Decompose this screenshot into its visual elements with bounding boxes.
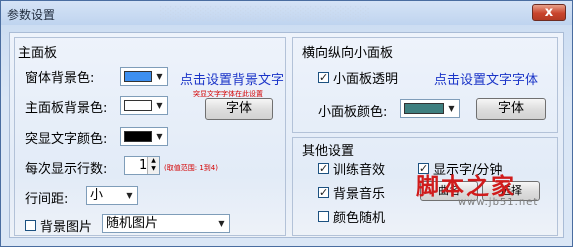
highlight-swatch xyxy=(124,131,152,142)
mini-transparent-label: 小面板透明 xyxy=(333,72,399,87)
rows-per-display-label: 每次显示行数: xyxy=(25,162,108,177)
settings-window: 参数设置 x ░░░░░░░░░░░░░░░░░░░░░ 主面板 窗体背景色: … xyxy=(0,0,573,247)
site-logo-text: 脚本之家 xyxy=(416,173,516,200)
bg-image-label: 背景图片 xyxy=(40,220,93,235)
chevron-down-icon: ▼ xyxy=(126,191,133,200)
bg-image-select[interactable]: 随机图片 ▼ xyxy=(102,214,230,233)
set-bg-text-link[interactable]: 点击设置背景文字 xyxy=(180,69,284,88)
client-area: ░░░░░░░░░░░░░░░░░░░░░ 主面板 窗体背景色: ▼ 点击设置背… xyxy=(9,7,564,238)
main-font-button[interactable]: 字体 xyxy=(205,98,273,120)
bg-image-value: 随机图片 xyxy=(106,216,159,231)
background-watermark: ░░░░░░░░░░░░░░░░░░░░░ xyxy=(160,7,370,22)
rows-stepper[interactable]: 1 ▲ ▼ xyxy=(124,156,160,175)
panel-bg-color-picker[interactable]: ▼ xyxy=(120,96,168,115)
mini-panel-color-label: 小面板颜色: xyxy=(318,105,388,120)
close-button[interactable]: x xyxy=(532,4,566,21)
panel-bg-swatch xyxy=(124,100,152,111)
rows-range-hint: (取值范围: 1到4) xyxy=(164,164,218,172)
window-bg-swatch xyxy=(124,71,152,82)
line-spacing-label: 行间距: xyxy=(25,192,69,207)
color-random-label: 颜色随机 xyxy=(333,211,386,226)
stepper-arrows-icon[interactable]: ▲ ▼ xyxy=(147,157,159,174)
mini-transparent-checkbox[interactable]: ✓ xyxy=(318,72,329,83)
window-title: 参数设置 xyxy=(7,8,56,22)
color-random-checkbox[interactable] xyxy=(318,211,329,222)
mini-panel-title: 横向纵向小面板 xyxy=(302,46,394,61)
window-bg-color-picker[interactable]: ▼ xyxy=(120,67,168,86)
panel-bg-color-label: 主面板背景色: xyxy=(25,101,108,116)
window-bg-color-label: 窗体背景色: xyxy=(25,71,95,86)
chevron-down-icon: ▼ xyxy=(156,72,163,81)
bg-music-label: 背景音乐 xyxy=(333,187,386,202)
line-spacing-value: 小 xyxy=(90,188,104,203)
bg-image-checkbox[interactable] xyxy=(25,220,36,231)
mini-font-button[interactable]: 字体 xyxy=(476,98,546,120)
chevron-down-icon: ▼ xyxy=(156,132,163,141)
set-text-font-link[interactable]: 点击设置文字字体 xyxy=(434,69,538,88)
highlight-color-label: 突显文字颜色: xyxy=(25,132,108,147)
training-sound-label: 训练音效 xyxy=(333,163,386,178)
main-panel-title: 主面板 xyxy=(18,46,58,61)
chevron-down-icon: ▼ xyxy=(156,101,163,110)
chevron-down-icon: ▼ xyxy=(448,104,455,113)
mini-panel-swatch xyxy=(404,103,444,114)
site-logo-url: www.jb51.net xyxy=(458,197,539,208)
training-sound-checkbox[interactable]: ✓ xyxy=(318,163,329,174)
bg-music-checkbox[interactable]: ✓ xyxy=(318,187,329,198)
highlight-color-picker[interactable]: ▼ xyxy=(120,127,168,146)
chevron-down-icon: ▼ xyxy=(218,219,225,228)
line-spacing-select[interactable]: 小 ▼ xyxy=(86,186,138,205)
other-settings-title: 其他设置 xyxy=(302,144,355,159)
mini-panel-color-picker[interactable]: ▼ xyxy=(400,99,460,118)
